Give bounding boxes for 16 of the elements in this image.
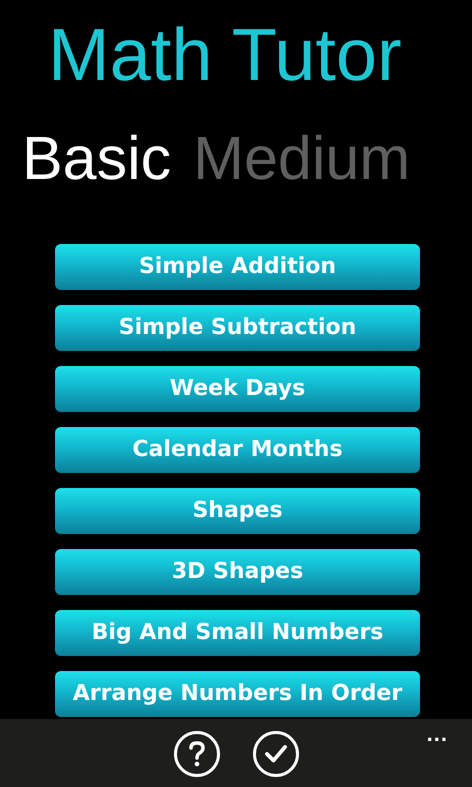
topic-button[interactable]: Simple Subtraction xyxy=(55,305,420,351)
check-button[interactable] xyxy=(252,731,298,777)
question-mark-icon xyxy=(188,741,206,767)
app-title: Math Tutor xyxy=(47,12,403,92)
topic-button[interactable]: Arrange Numbers In Order xyxy=(55,671,420,717)
pivot-tab[interactable]: Medium xyxy=(193,128,410,189)
topic-button[interactable]: Simple Addition xyxy=(55,244,420,290)
checkmark-icon xyxy=(264,744,288,764)
more-button[interactable]: ... xyxy=(426,721,448,747)
topic-button[interactable]: Calendar Months xyxy=(55,427,420,473)
help-button[interactable] xyxy=(174,731,220,777)
topic-button[interactable]: Week Days xyxy=(55,366,420,412)
topic-button[interactable]: Big And Small Numbers xyxy=(55,610,420,656)
topic-button[interactable]: 3D Shapes xyxy=(55,549,420,595)
topic-button[interactable]: Shapes xyxy=(55,488,420,534)
pivot-tab[interactable]: Basic xyxy=(22,128,172,189)
